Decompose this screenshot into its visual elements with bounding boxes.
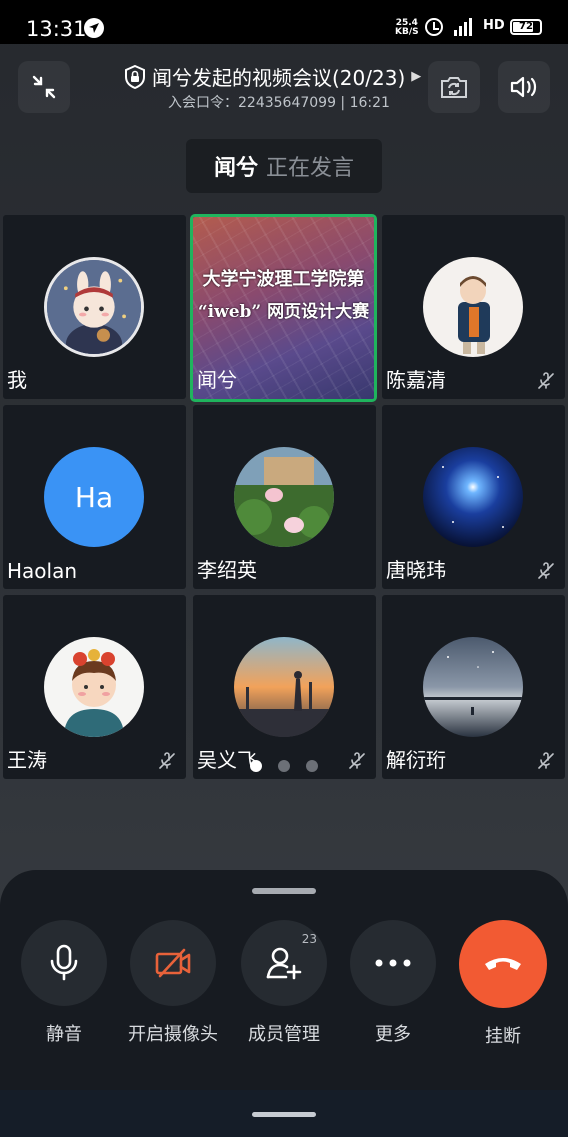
- mic-muted-icon: [349, 752, 365, 769]
- members-label: 成员管理: [248, 1024, 320, 1045]
- participant-name: 解衍珩: [386, 748, 446, 772]
- page-indicator[interactable]: [250, 760, 318, 772]
- status-bar: 13:31 25.4 KB/S HD 72: [0, 0, 568, 44]
- page-dot[interactable]: [278, 760, 290, 772]
- hangup-control[interactable]: 挂断: [448, 920, 558, 1048]
- alarm-icon: [425, 18, 443, 36]
- more-label: 更多: [375, 1024, 411, 1045]
- active-speaker-indicator: 闻兮 正在发言: [186, 139, 382, 193]
- mute-label: 静音: [46, 1024, 82, 1045]
- speaking-status: 正在发言: [266, 156, 355, 181]
- minimize-icon: [32, 75, 56, 99]
- mic-muted-icon: [538, 562, 554, 579]
- mute-button[interactable]: [21, 920, 107, 1006]
- mic-muted-icon: [538, 752, 554, 769]
- mic-muted-icon: [538, 372, 554, 389]
- navigation-icon: [84, 18, 104, 38]
- hangup-button[interactable]: [459, 920, 547, 1008]
- avatar: Ha: [44, 447, 144, 547]
- shield-lock-icon: [125, 64, 145, 89]
- more-icon: [375, 959, 411, 967]
- avatar: [44, 637, 144, 737]
- network-speed: 25.4 KB/S: [395, 18, 419, 37]
- participant-tile[interactable]: 解衍珩: [382, 595, 565, 779]
- meeting-header: 闻兮发起的视频会议(20/23) ▶ 入会口令：22435647099 | 16…: [0, 44, 568, 134]
- participant-tile[interactable]: 李绍英: [193, 405, 376, 589]
- participant-name: 我: [7, 368, 27, 392]
- more-button[interactable]: [350, 920, 436, 1006]
- shared-screen-line-1: 大学宁波理工学院第: [202, 269, 365, 290]
- camera-button[interactable]: [130, 920, 216, 1006]
- camera-label: 开启摄像头: [128, 1024, 218, 1045]
- members-button[interactable]: 23: [241, 920, 327, 1006]
- hangup-label: 挂断: [485, 1026, 521, 1047]
- participant-name: 陈嘉清: [386, 368, 446, 392]
- participant-name: 王涛: [7, 748, 47, 772]
- battery-icon: 72: [510, 19, 542, 35]
- meeting-title[interactable]: 闻兮发起的视频会议(20/23) ▶: [124, 62, 444, 91]
- shared-screen-line-2: “iweb” 网页设计大赛: [197, 302, 370, 322]
- avatar: [423, 637, 523, 737]
- hd-indicator: HD: [483, 18, 505, 33]
- participant-name: 吴义飞: [197, 748, 257, 772]
- drag-handle[interactable]: [252, 888, 316, 894]
- triangle-right-icon: ▶: [411, 69, 422, 84]
- more-control[interactable]: 更多: [338, 920, 448, 1046]
- participant-name: 闻兮: [197, 368, 237, 392]
- avatar: [234, 447, 334, 547]
- avatar: [44, 257, 144, 357]
- avatar: [423, 257, 523, 357]
- microphone-icon: [50, 944, 78, 981]
- meeting-title-text: 闻兮发起的视频会议(20/23): [152, 66, 406, 90]
- mute-control[interactable]: 静音: [9, 920, 119, 1046]
- members-control[interactable]: 23 成员管理: [229, 920, 339, 1046]
- members-count: 23: [301, 932, 317, 946]
- switch-camera-button[interactable]: [428, 61, 480, 113]
- participant-name: 李绍英: [197, 558, 257, 582]
- participant-tile[interactable]: 陈嘉清: [382, 215, 565, 399]
- participant-name: 唐晓玮: [386, 558, 446, 582]
- camera-off-icon: [155, 948, 191, 978]
- participant-grid: 我 大学宁波理工学院第 “iweb” 网页设计大赛 闻兮 陈嘉清 Ha Haol…: [3, 214, 565, 779]
- participant-name: Haolan: [7, 559, 78, 583]
- active-speaker-name: 闻兮: [213, 156, 258, 181]
- speaker-button[interactable]: [498, 61, 550, 113]
- camera-control[interactable]: 开启摄像头: [118, 920, 228, 1046]
- participant-tile-active[interactable]: 大学宁波理工学院第 “iweb” 网页设计大赛 闻兮: [190, 214, 377, 402]
- participant-tile[interactable]: 王涛: [3, 595, 186, 779]
- signal-icon: [454, 18, 472, 36]
- minimize-button[interactable]: [18, 61, 70, 113]
- page-dot-active[interactable]: [250, 760, 262, 772]
- system-nav-bar: [0, 1090, 568, 1137]
- status-time: 13:31: [26, 17, 87, 41]
- participant-tile[interactable]: Ha Haolan: [3, 405, 186, 589]
- camera-switch-icon: [441, 77, 467, 98]
- participant-tile[interactable]: 我: [3, 215, 186, 399]
- control-panel: 静音 开启摄像头 23 成员管理 更多 挂断: [0, 870, 568, 1090]
- avatar: [423, 447, 523, 547]
- meeting-code: 入会口令：22435647099 | 16:21: [168, 95, 390, 111]
- phone-hangup-icon: [485, 958, 521, 970]
- page-dot[interactable]: [306, 760, 318, 772]
- home-indicator[interactable]: [252, 1112, 316, 1117]
- mic-muted-icon: [159, 752, 175, 769]
- avatar: [234, 637, 334, 737]
- participant-tile[interactable]: 吴义飞: [193, 595, 376, 779]
- avatar-initials: Ha: [74, 480, 114, 514]
- volume-icon: [510, 76, 537, 98]
- add-member-icon: [266, 947, 302, 980]
- participant-tile[interactable]: 唐晓玮: [382, 405, 565, 589]
